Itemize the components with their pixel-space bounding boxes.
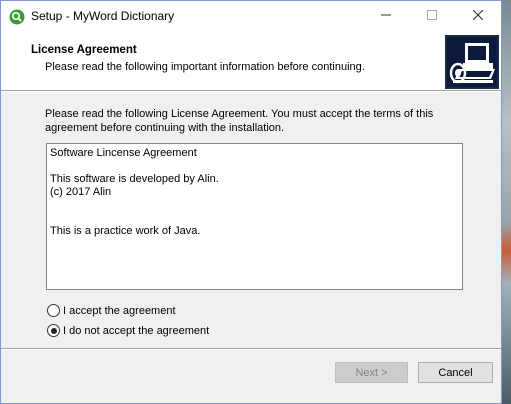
next-button[interactable]: Next > [335,362,408,383]
page-subtitle: Please read the following important info… [45,61,365,73]
installer-computer-icon [445,35,499,89]
accept-radio[interactable] [47,304,60,317]
footer-divider-highlight [1,349,501,350]
accept-label[interactable]: I accept the agreement [63,305,176,317]
decline-option[interactable]: I do not accept the agreement [47,324,209,337]
decline-label[interactable]: I do not accept the agreement [63,325,209,337]
page-title: License Agreement [31,44,137,56]
setup-icon [9,9,25,25]
cancel-button[interactable]: Cancel [418,362,493,383]
maximize-icon [427,9,437,23]
header-divider-highlight [1,91,501,92]
setup-window: Setup - MyWord Dictionary License Agreem… [0,0,502,404]
maximize-button[interactable] [409,1,455,31]
close-icon [472,9,484,23]
decline-radio[interactable] [47,324,60,337]
minimize-icon [381,10,391,23]
close-button[interactable] [455,1,501,31]
desktop-background [502,0,511,404]
accept-option[interactable]: I accept the agreement [47,304,176,317]
title-bar[interactable]: Setup - MyWord Dictionary [1,1,501,31]
window-title: Setup - MyWord Dictionary [31,9,175,23]
license-instructions: Please read the following License Agreem… [45,108,434,134]
minimize-button[interactable] [363,1,409,31]
license-textbox[interactable]: Software Lincense Agreement This softwar… [46,143,463,290]
wizard-header: License Agreement Please read the follow… [1,31,501,90]
